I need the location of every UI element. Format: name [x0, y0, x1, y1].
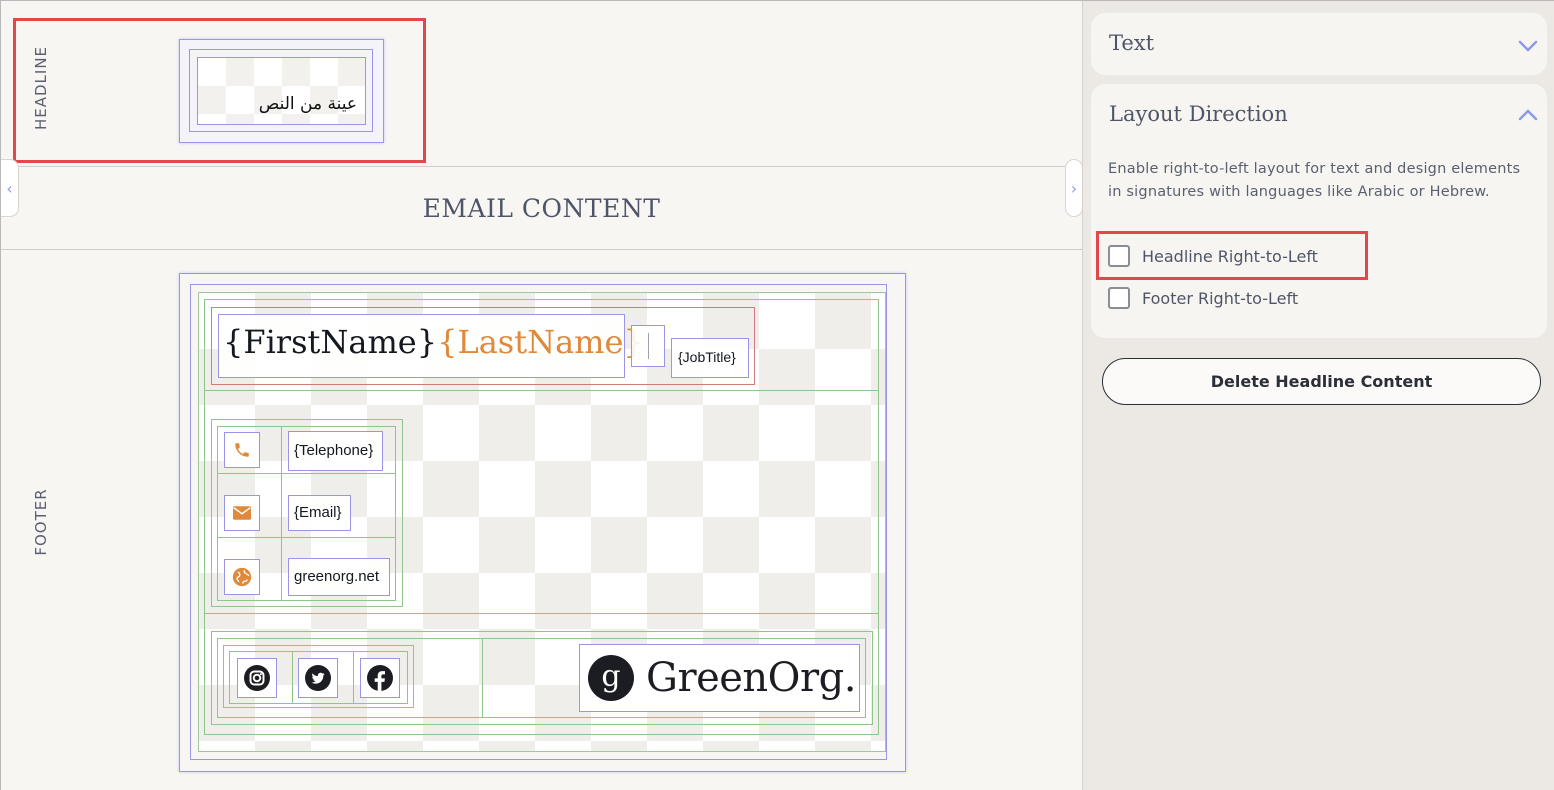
email[interactable]: {Email}	[294, 504, 342, 521]
chevron-up-icon[interactable]	[1517, 104, 1539, 126]
contact-row-divider	[217, 473, 396, 474]
full-name[interactable]: {FirstName}{LastName}	[223, 323, 644, 361]
headline-rtl-highlight-box	[1096, 231, 1368, 280]
website[interactable]: greenorg.net	[294, 568, 379, 585]
footer-rtl-option[interactable]: Footer Right-to-Left	[1108, 287, 1298, 309]
email-content-title: EMAIL CONTENT	[422, 194, 661, 223]
bottom-column-divider	[482, 638, 483, 718]
job-title-box[interactable]: {JobTitle}	[671, 338, 749, 378]
separator-box[interactable]	[631, 325, 665, 367]
text-section-title[interactable]: Text	[1109, 31, 1154, 55]
row-divider	[204, 390, 879, 391]
collapse-right-tab[interactable]: ›	[1065, 159, 1083, 217]
text-section-card[interactable]: Text	[1091, 13, 1547, 75]
envelope-icon	[233, 506, 251, 520]
phone-icon-box[interactable]	[224, 432, 260, 468]
email-box[interactable]: {Email}	[288, 495, 351, 531]
logo-wordmark: GreenOrg.	[646, 655, 856, 701]
instagram-icon	[244, 665, 270, 691]
company-logo[interactable]: g GreenOrg.	[579, 644, 860, 712]
row-divider	[204, 613, 879, 614]
collapse-left-tab[interactable]: ‹	[1, 159, 19, 217]
email-icon-box[interactable]	[224, 495, 260, 531]
facebook-icon	[367, 665, 393, 691]
footer-section-label: FOOTER	[32, 488, 50, 556]
separator-line	[648, 333, 649, 359]
globe-icon	[232, 567, 252, 587]
chevron-right-icon: ›	[1070, 178, 1078, 198]
first-name[interactable]: {FirstName}	[223, 323, 437, 361]
social-divider	[292, 651, 293, 704]
chevron-down-icon[interactable]	[1517, 35, 1539, 57]
job-title[interactable]: {JobTitle}	[678, 349, 736, 365]
social-divider	[353, 651, 354, 704]
layout-direction-title[interactable]: Layout Direction	[1109, 102, 1288, 126]
website-box[interactable]: greenorg.net	[288, 558, 390, 596]
delete-headline-button[interactable]: Delete Headline Content	[1102, 358, 1541, 405]
phone-icon	[235, 443, 249, 457]
chevron-left-icon: ‹	[6, 178, 13, 198]
twitter-icon	[305, 665, 331, 691]
telephone-box[interactable]: {Telephone}	[288, 431, 383, 471]
logo-mark: g	[588, 655, 634, 701]
twitter-button[interactable]	[298, 658, 338, 698]
contact-column-divider	[281, 426, 282, 601]
headline-highlight-box	[13, 18, 426, 163]
footer-rtl-checkbox[interactable]	[1108, 287, 1130, 309]
layout-direction-card: Layout Direction Enable right-to-left la…	[1091, 84, 1547, 338]
contact-row-divider	[217, 537, 396, 538]
globe-icon-box[interactable]	[224, 559, 260, 595]
footer-rtl-label[interactable]: Footer Right-to-Left	[1142, 289, 1298, 308]
layout-direction-description: Enable right-to-left layout for text and…	[1108, 161, 1521, 200]
email-content-band: EMAIL CONTENT	[1, 166, 1082, 250]
last-name[interactable]: {LastName}	[437, 323, 644, 361]
telephone[interactable]: {Telephone}	[294, 442, 373, 459]
instagram-button[interactable]	[237, 658, 277, 698]
facebook-button[interactable]	[360, 658, 400, 698]
